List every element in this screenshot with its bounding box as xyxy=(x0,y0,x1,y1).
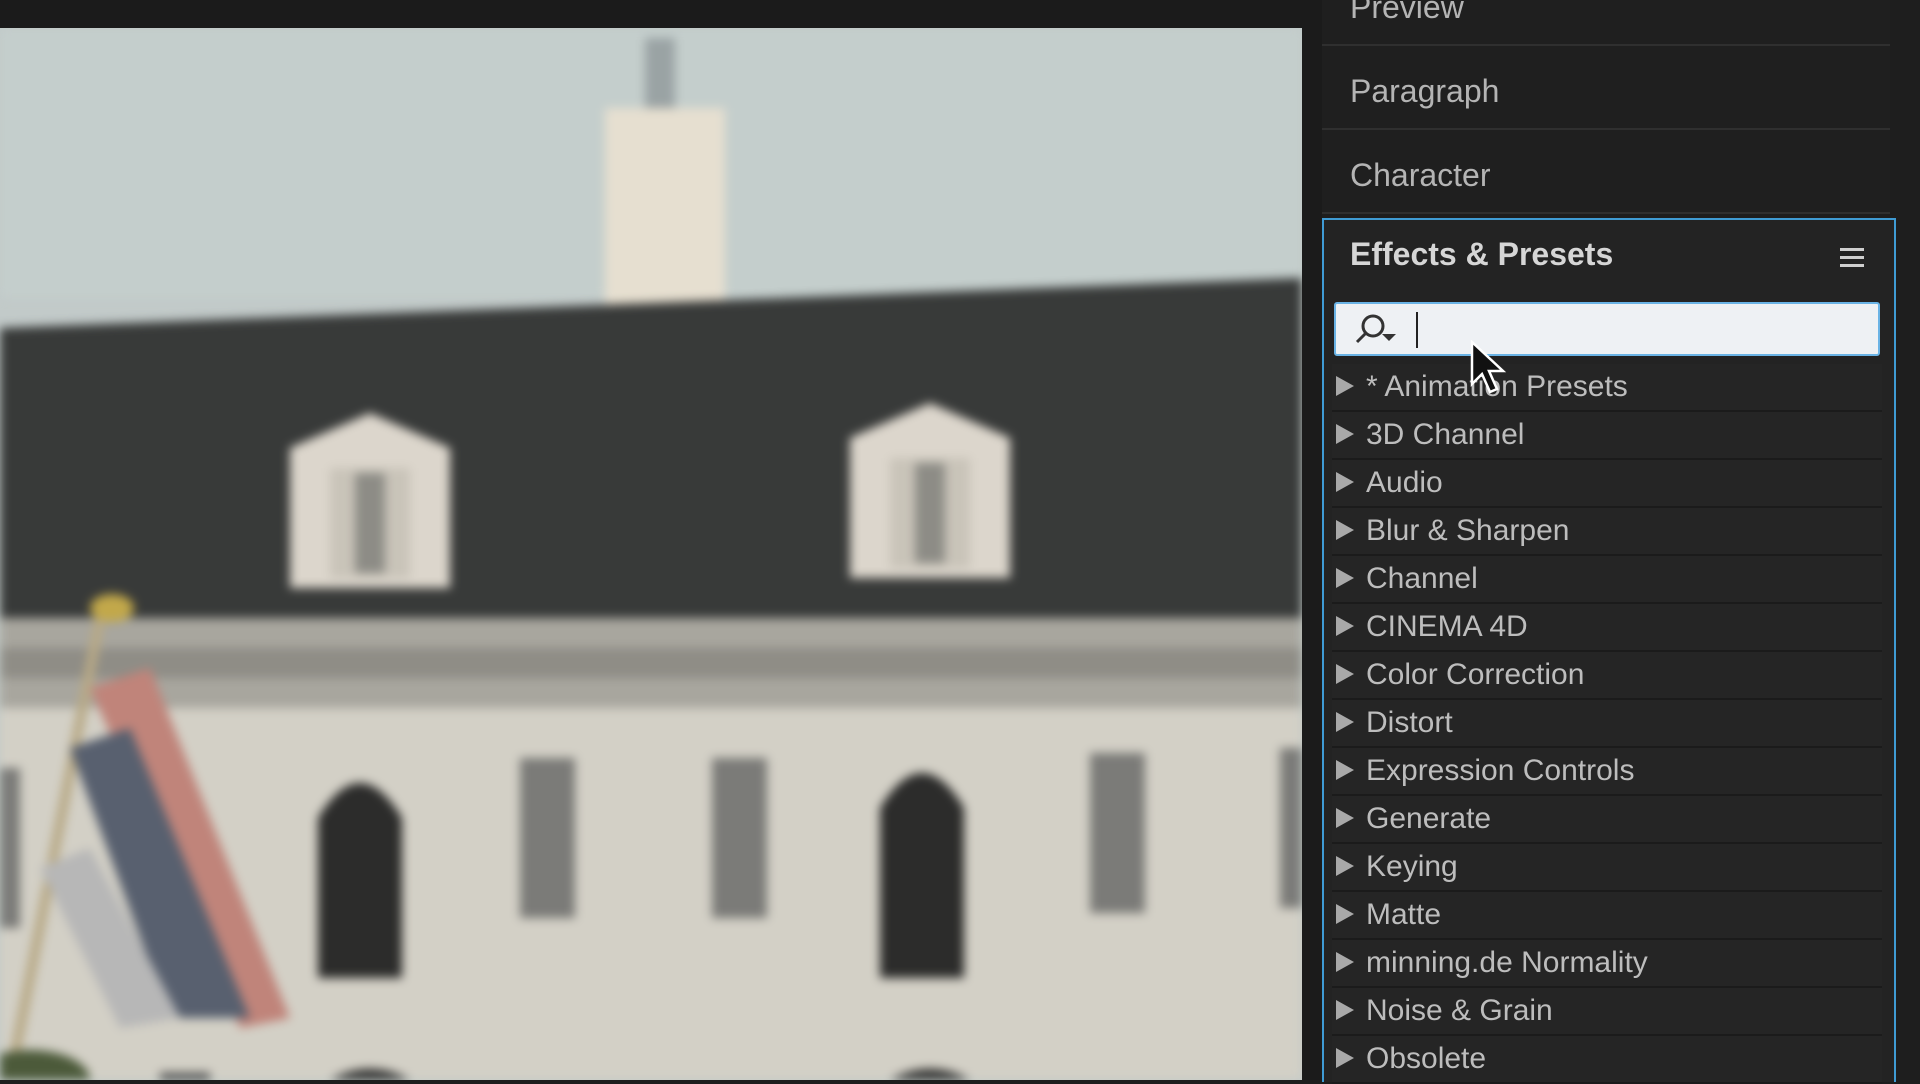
effects-category-label: Noise & Grain xyxy=(1366,994,1553,1027)
triangle-right-icon[interactable] xyxy=(1336,1048,1354,1068)
composition-viewer[interactable] xyxy=(0,28,1302,1080)
effects-category-label: Matte xyxy=(1366,898,1442,931)
tab-preview[interactable]: Preview xyxy=(1322,0,1890,46)
footage-frame xyxy=(0,28,1302,1080)
panel-divider[interactable] xyxy=(1302,0,1322,1080)
effects-category-item[interactable]: Generate xyxy=(1332,796,1882,844)
right-panel-stack: Preview Paragraph Character Effects & Pr… xyxy=(1322,0,1920,1084)
effects-category-item[interactable]: 3D Channel xyxy=(1332,412,1882,460)
effects-category-item[interactable]: * Animation Presets xyxy=(1332,364,1882,412)
tab-character[interactable]: Character xyxy=(1322,130,1890,214)
tab-preview-label: Preview xyxy=(1350,0,1464,25)
effects-category-item[interactable]: Color Correction xyxy=(1332,652,1882,700)
triangle-right-icon[interactable] xyxy=(1336,856,1354,876)
triangle-right-icon[interactable] xyxy=(1336,904,1354,924)
triangle-right-icon[interactable] xyxy=(1336,472,1354,492)
effects-category-label: Distort xyxy=(1366,706,1453,739)
effects-search-field[interactable] xyxy=(1334,302,1880,356)
effects-presets-panel: Effects & Presets * Animation Presets 3D … xyxy=(1322,218,1896,1084)
magnifier-dropdown-icon[interactable] xyxy=(1352,312,1402,348)
tab-paragraph-label: Paragraph xyxy=(1350,73,1500,109)
effects-category-item[interactable]: Matte xyxy=(1332,892,1882,940)
effects-category-item[interactable]: Audio xyxy=(1332,460,1882,508)
triangle-right-icon[interactable] xyxy=(1336,568,1354,588)
triangle-right-icon[interactable] xyxy=(1336,952,1354,972)
triangle-right-icon[interactable] xyxy=(1336,520,1354,540)
triangle-right-icon[interactable] xyxy=(1336,376,1354,396)
triangle-right-icon[interactable] xyxy=(1336,664,1354,684)
effects-category-item[interactable]: Channel xyxy=(1332,556,1882,604)
effects-category-label: Keying xyxy=(1366,850,1458,883)
triangle-right-icon[interactable] xyxy=(1336,712,1354,732)
effects-category-label: 3D Channel xyxy=(1366,418,1525,451)
tab-paragraph[interactable]: Paragraph xyxy=(1322,46,1890,130)
triangle-right-icon[interactable] xyxy=(1336,1000,1354,1020)
triangle-right-icon[interactable] xyxy=(1336,616,1354,636)
effects-category-item[interactable]: minning.de Normality xyxy=(1332,940,1882,988)
hamburger-menu-icon[interactable] xyxy=(1840,248,1864,268)
effects-category-label: Channel xyxy=(1366,562,1478,595)
effects-category-item[interactable]: Keying xyxy=(1332,844,1882,892)
effects-category-label: minning.de Normality xyxy=(1366,946,1648,979)
effects-category-label: CINEMA 4D xyxy=(1366,610,1528,643)
effects-category-item[interactable]: Obsolete xyxy=(1332,1036,1882,1084)
viewer-top-bar xyxy=(0,0,1302,28)
effects-category-label: Color Correction xyxy=(1366,658,1585,691)
effects-category-item[interactable]: Distort xyxy=(1332,700,1882,748)
mouse-pointer-icon xyxy=(1470,340,1507,394)
effects-panel-title[interactable]: Effects & Presets xyxy=(1350,236,1613,273)
triangle-right-icon[interactable] xyxy=(1336,760,1354,780)
effects-category-item[interactable]: Expression Controls xyxy=(1332,748,1882,796)
effects-category-label: Expression Controls xyxy=(1366,754,1635,787)
text-caret xyxy=(1416,312,1418,348)
effects-category-list: * Animation Presets 3D Channel Audio Blur &… xyxy=(1332,364,1882,1084)
effects-category-item[interactable]: CINEMA 4D xyxy=(1332,604,1882,652)
tab-character-label: Character xyxy=(1350,157,1491,193)
triangle-right-icon[interactable] xyxy=(1336,808,1354,828)
effects-category-label: Obsolete xyxy=(1366,1042,1487,1075)
effects-category-label: Audio xyxy=(1366,466,1443,499)
effects-category-label: Generate xyxy=(1366,802,1492,835)
effects-category-item[interactable]: Noise & Grain xyxy=(1332,988,1882,1036)
triangle-right-icon[interactable] xyxy=(1336,424,1354,444)
effects-category-label: Blur & Sharpen xyxy=(1366,514,1570,547)
effects-category-item[interactable]: Blur & Sharpen xyxy=(1332,508,1882,556)
